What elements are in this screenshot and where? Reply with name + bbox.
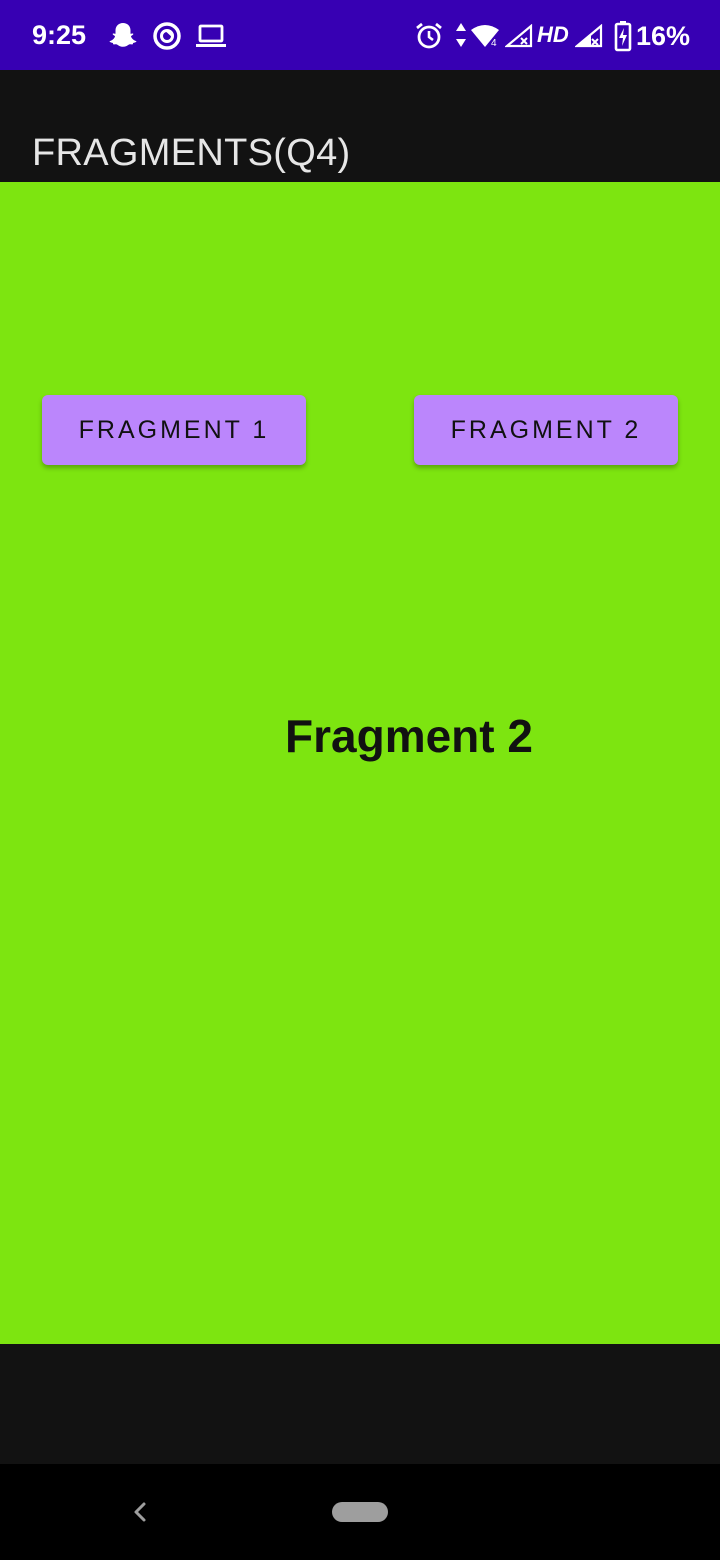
bottom-bar-area	[0, 1344, 720, 1464]
signal-no-service-icon	[575, 24, 603, 48]
fragment-label: Fragment 2	[285, 710, 533, 762]
snapchat-icon	[109, 23, 137, 47]
wifi-icon: 4	[471, 25, 499, 48]
home-pill-icon[interactable]	[332, 1502, 388, 1522]
laptop-icon	[196, 24, 226, 47]
battery-percent: 16%	[636, 21, 691, 51]
network-type-label: HD	[537, 22, 569, 47]
data-arrows-icon	[456, 23, 466, 47]
status-bar: 9:25 4 HD 16%	[0, 0, 720, 70]
alarm-icon	[416, 22, 442, 49]
status-time: 9:25	[32, 20, 87, 50]
fragment-1-button[interactable]: FRAGMENT 1	[42, 395, 306, 465]
back-icon[interactable]	[126, 1496, 154, 1528]
sync-icon	[153, 22, 181, 50]
phone-screen: 9:25 4 HD 16% FRAGMENTS(Q4) FRAGMENT 1 F…	[0, 0, 720, 1560]
signal-icon	[505, 24, 533, 48]
app-bar: FRAGMENTS(Q4)	[0, 70, 720, 182]
svg-text:4: 4	[491, 38, 497, 48]
system-nav-bar	[0, 1464, 720, 1560]
main-content: FRAGMENT 1 FRAGMENT 2 Fragment 2	[0, 182, 720, 1344]
battery-charging-icon	[614, 21, 632, 52]
app-title: FRAGMENTS(Q4)	[32, 132, 351, 175]
fragment-2-button[interactable]: FRAGMENT 2	[414, 395, 678, 465]
